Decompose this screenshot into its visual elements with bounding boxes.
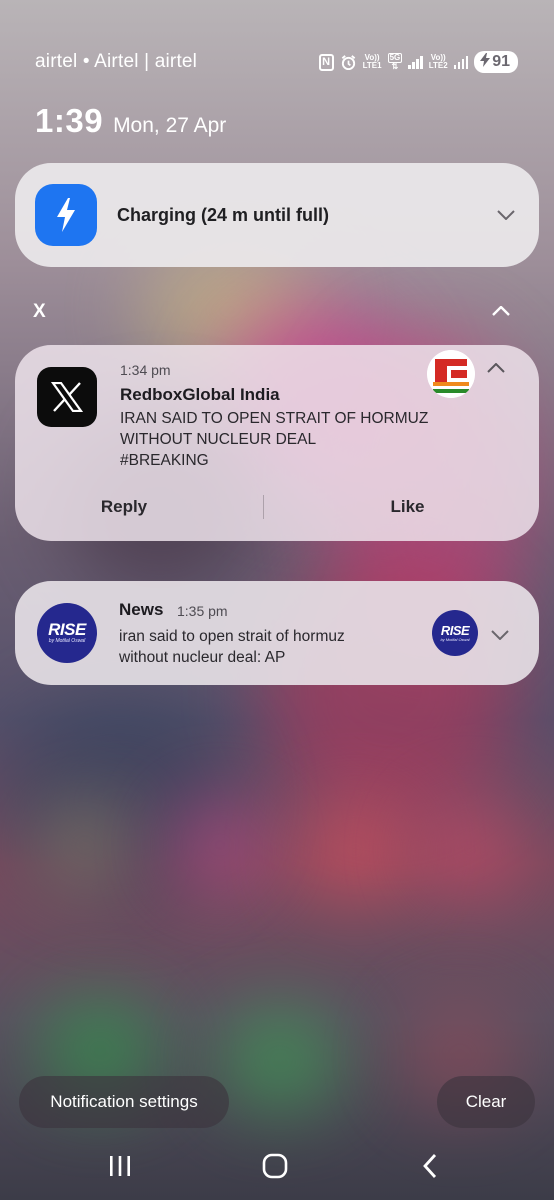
nfc-icon: N <box>318 53 334 71</box>
notification-title: RedboxGlobal India <box>120 385 280 404</box>
notification-actions: Reply Like <box>15 488 539 526</box>
charging-label: Charging (24 m until full) <box>117 204 329 225</box>
notification-body: iran said to open strait of hormuz witho… <box>119 628 345 666</box>
chevron-up-icon[interactable] <box>492 303 510 321</box>
status-icons: N Vo)) LTE1 5G ⇅ Vo)) LTE2 91 <box>318 51 518 73</box>
sim2-volte-icon: Vo)) LTE2 <box>428 53 448 70</box>
chevron-down-icon[interactable] <box>495 204 517 226</box>
status-bar: airtel • Airtel | airtel N Vo)) LTE1 5G … <box>35 48 518 76</box>
date[interactable]: Mon, 27 Apr <box>113 114 226 138</box>
chevron-down-icon[interactable] <box>491 627 509 645</box>
lightning-bolt-icon <box>35 184 97 246</box>
signal-icon <box>408 55 423 69</box>
battery-indicator: 91 <box>474 51 518 73</box>
x-notification[interactable]: 1:34 pm RedboxGlobal India IRAN SAID TO … <box>15 345 539 541</box>
recent-apps-icon[interactable] <box>106 1153 134 1179</box>
carrier-label: airtel • Airtel | airtel <box>35 51 198 72</box>
notification-body: IRAN SAID TO OPEN STRAIT OF HORMUZ WITHO… <box>120 410 429 469</box>
battery-level: 91 <box>492 53 510 70</box>
charging-bolt-icon <box>480 52 491 72</box>
chevron-up-icon[interactable] <box>487 360 505 378</box>
back-icon[interactable] <box>416 1153 444 1179</box>
clock-row: 1:39 Mon, 27 Apr <box>35 102 226 140</box>
notification-settings-button[interactable]: Notification settings <box>19 1076 229 1128</box>
notification-time: 1:35 pm <box>177 603 228 619</box>
rise-app-icon: RISE by Motilal Oswal <box>37 603 97 663</box>
notification-app-name: News <box>119 600 164 619</box>
navigation-bar <box>0 1143 554 1189</box>
rise-large-icon: RISE by Motilal Oswal <box>432 610 478 656</box>
signal-icon-2 <box>453 55 469 69</box>
clock: 1:39 <box>35 102 104 139</box>
home-icon[interactable] <box>261 1153 289 1179</box>
notification-group-header: X <box>33 298 510 326</box>
alarm-icon <box>340 54 357 71</box>
notification-time: 1:34 pm <box>120 362 171 378</box>
sender-avatar <box>427 350 475 398</box>
group-app-name: X <box>33 301 46 322</box>
charging-notification[interactable]: Charging (24 m until full) <box>15 163 539 267</box>
reply-button[interactable]: Reply <box>0 497 263 517</box>
data-type-icon: 5G ⇅ <box>387 53 403 71</box>
sim1-volte-icon: Vo)) LTE1 <box>362 53 382 70</box>
like-button[interactable]: Like <box>264 497 551 517</box>
clear-button[interactable]: Clear <box>437 1076 535 1128</box>
news-notification[interactable]: RISE by Motilal Oswal News 1:35 pm iran … <box>15 581 539 685</box>
x-app-icon <box>37 367 97 427</box>
